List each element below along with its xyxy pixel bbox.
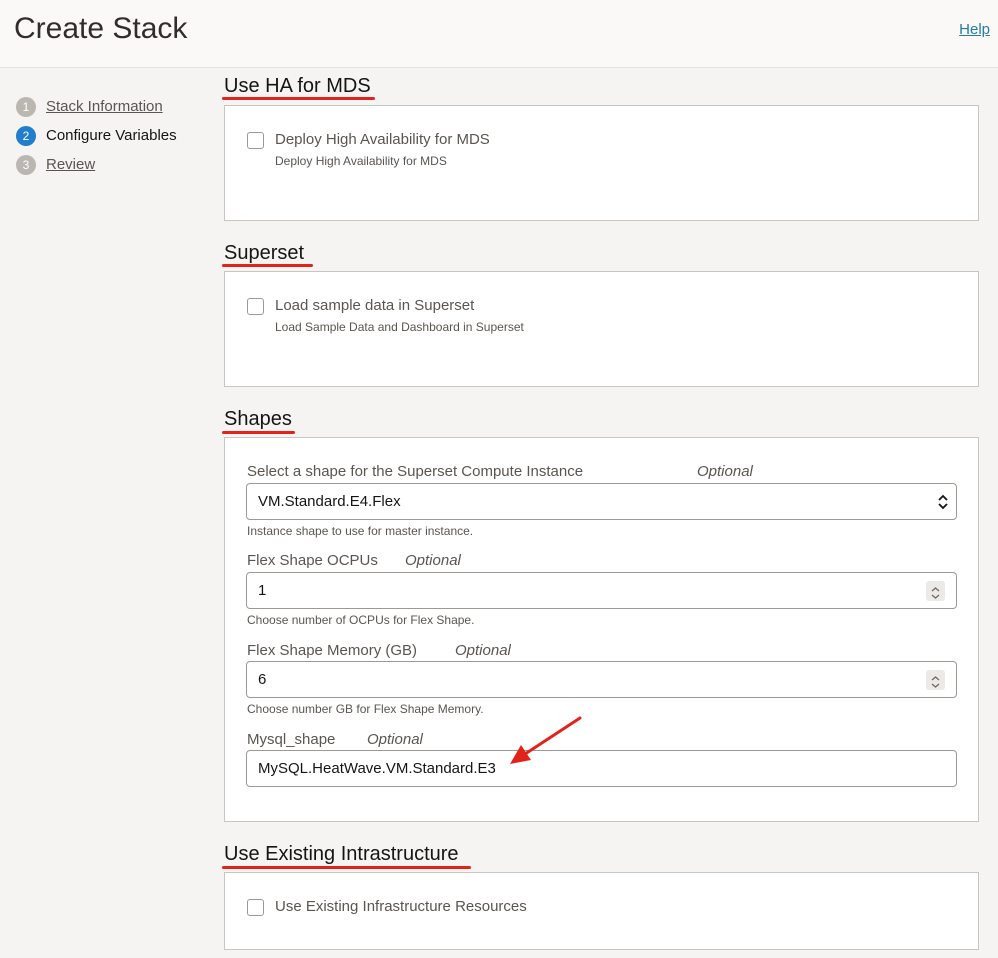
- ocpus-help: Choose number of OCPUs for Flex Shape.: [247, 613, 475, 627]
- mysql-shape-input[interactable]: MySQL.HeatWave.VM.Standard.E3: [246, 750, 957, 787]
- ocpus-stepper[interactable]: [926, 581, 945, 601]
- existing-checkbox[interactable]: [247, 899, 264, 916]
- ha-checkbox-help: Deploy High Availability for MDS: [275, 154, 447, 168]
- optional-tag: Optional: [367, 731, 423, 748]
- step-number: 2: [16, 125, 36, 146]
- annotation-underline: [222, 264, 313, 267]
- annotation-underline: [222, 431, 295, 434]
- step-number: 3: [16, 154, 36, 175]
- step-configure-variables: 2 Configure Variables: [16, 121, 177, 150]
- annotation-underline: [222, 866, 471, 869]
- existing-panel: Use Existing Infrastructure Resources: [224, 872, 979, 950]
- page-title: Create Stack: [14, 12, 188, 45]
- wizard-steps: 1 Stack Information 2 Configure Variable…: [16, 92, 177, 179]
- memory-input[interactable]: 6: [246, 661, 957, 698]
- section-title-existing: Use Existing Intrastructure: [224, 843, 459, 865]
- step-stack-information[interactable]: 1 Stack Information: [16, 92, 177, 121]
- memory-stepper[interactable]: [926, 670, 945, 690]
- step-number: 1: [16, 96, 36, 117]
- section-title-ha: Use HA for MDS: [224, 75, 371, 97]
- ocpus-label: Flex Shape OCPUs: [247, 552, 378, 569]
- ha-checkbox-row[interactable]: Deploy High Availability for MDS Deploy …: [247, 131, 490, 168]
- page-header: Create Stack Help: [0, 0, 998, 68]
- compute-shape-value: VM.Standard.E4.Flex: [258, 493, 401, 510]
- ha-checkbox-label: Deploy High Availability for MDS: [275, 131, 490, 148]
- annotation-underline: [222, 97, 375, 100]
- shapes-panel: Select a shape for the Superset Compute …: [224, 437, 979, 822]
- superset-checkbox-label: Load sample data in Superset: [275, 297, 475, 314]
- compute-shape-select[interactable]: VM.Standard.E4.Flex: [246, 483, 957, 520]
- existing-checkbox-row[interactable]: Use Existing Infrastructure Resources: [247, 898, 527, 916]
- mysql-shape-label: Mysql_shape: [247, 731, 336, 748]
- memory-value: 6: [258, 671, 267, 688]
- step-label[interactable]: Stack Information: [46, 98, 163, 115]
- step-label: Configure Variables: [46, 127, 177, 144]
- superset-checkbox[interactable]: [247, 298, 264, 315]
- compute-shape-help: Instance shape to use for master instanc…: [247, 524, 474, 538]
- step-label[interactable]: Review: [46, 156, 95, 173]
- ha-checkbox[interactable]: [247, 132, 264, 149]
- ha-panel: Deploy High Availability for MDS Deploy …: [224, 105, 979, 221]
- optional-tag: Optional: [455, 642, 511, 659]
- mysql-shape-value: MySQL.HeatWave.VM.Standard.E3: [258, 760, 496, 777]
- memory-help: Choose number GB for Flex Shape Memory.: [247, 702, 484, 716]
- ocpus-value: 1: [258, 582, 267, 599]
- chevron-updown-icon: [938, 494, 948, 510]
- step-review[interactable]: 3 Review: [16, 150, 177, 179]
- help-link[interactable]: Help: [959, 21, 990, 38]
- section-title-shapes: Shapes: [224, 408, 292, 430]
- superset-checkbox-help: Load Sample Data and Dashboard in Supers…: [275, 320, 524, 334]
- optional-tag: Optional: [697, 463, 753, 480]
- memory-label: Flex Shape Memory (GB): [247, 642, 418, 659]
- ocpus-input[interactable]: 1: [246, 572, 957, 609]
- existing-checkbox-label: Use Existing Infrastructure Resources: [275, 898, 527, 915]
- superset-checkbox-row[interactable]: Load sample data in Superset Load Sample…: [247, 297, 524, 334]
- optional-tag: Optional: [405, 552, 461, 569]
- superset-panel: Load sample data in Superset Load Sample…: [224, 271, 979, 387]
- stepper-arrows-icon: [931, 587, 940, 599]
- section-title-superset: Superset: [224, 242, 305, 264]
- compute-shape-label: Select a shape for the Superset Compute …: [247, 463, 584, 480]
- stepper-arrows-icon: [931, 676, 940, 688]
